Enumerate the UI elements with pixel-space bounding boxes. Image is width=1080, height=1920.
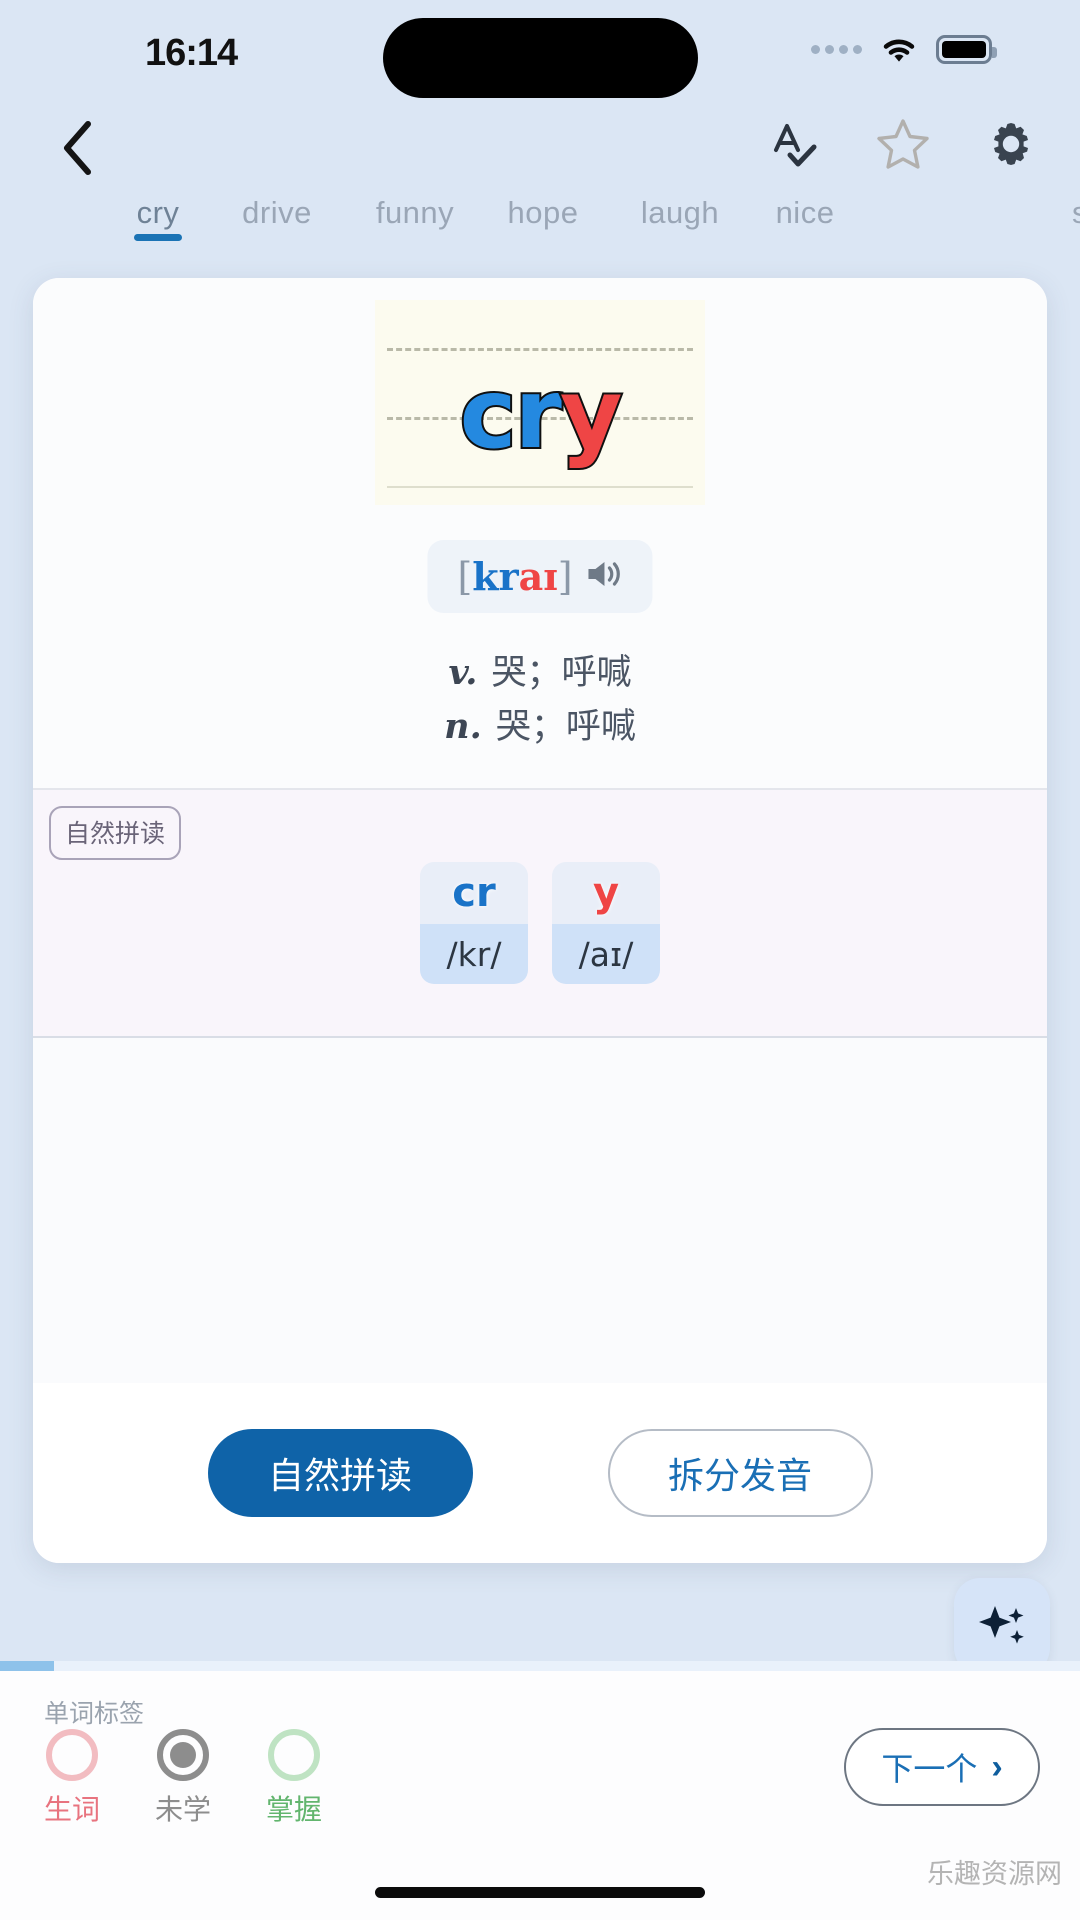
nav-actions (766, 115, 1040, 173)
word-tab-drive[interactable]: drive (213, 195, 341, 243)
status-time: 16:14 (145, 32, 238, 74)
card-action-bar: 自然拼读 拆分发音 (33, 1383, 1047, 1563)
dynamic-island (383, 18, 698, 98)
progress-bar-fill (0, 1661, 54, 1671)
status-indicators (811, 33, 997, 65)
word-tag-group[interactable]: 生词 未学 掌握 (44, 1729, 322, 1828)
definition-pos: n. (444, 706, 482, 748)
definition-row: v. 哭；呼喊 (33, 646, 1047, 700)
phonics-section: 自然拼读 cr/kr/y/aɪ/ (33, 788, 1047, 1038)
word-tag-ring-icon (46, 1729, 98, 1781)
word-tab-hope[interactable]: hope (478, 195, 608, 243)
syllable-card[interactable]: y/aɪ/ (552, 862, 660, 984)
syllable-ipa: /aɪ/ (552, 924, 660, 984)
back-button[interactable] (42, 117, 112, 179)
progress-bar (0, 1661, 1080, 1671)
word-tab-label: drive (242, 195, 312, 230)
chevron-right-icon: › (991, 1748, 1003, 1786)
phonetic-close-bracket: ] (557, 555, 573, 599)
word-tag-label: 单词标签 (44, 1700, 145, 1728)
next-word-button[interactable]: 下一个 › (844, 1728, 1040, 1806)
word-tag-ring-icon (268, 1729, 321, 1781)
signal-dots-icon (811, 44, 862, 54)
nav-bar (0, 105, 1080, 190)
word-card: cry [kraɪ] v. 哭；呼喊 n. 哭；呼喊 自然拼读 cr/kr/y/aɪ/ (33, 278, 1047, 1563)
word-tab-label: s (1040, 195, 1080, 243)
word-tab-laugh[interactable]: laugh (610, 195, 750, 243)
ai-assistant-button[interactable] (954, 1578, 1050, 1674)
syllable-grapheme: cr (420, 862, 528, 924)
definition-pos: v. (448, 652, 478, 693)
definition-meaning: 哭；呼喊 (495, 707, 636, 747)
battery-icon (936, 34, 997, 64)
status-bar: 16:14 (0, 0, 1080, 105)
syllable-grapheme: y (552, 862, 660, 924)
phonetic-red: aɪ (518, 554, 558, 599)
home-indicator (375, 1887, 705, 1898)
gear-icon[interactable] (982, 115, 1040, 173)
word-tab-funny[interactable]: funny (345, 195, 485, 243)
split-pronounce-button[interactable]: 拆分发音 (607, 1429, 873, 1517)
word-tag-new[interactable]: 生词 (44, 1729, 100, 1828)
sparkles-icon (979, 1606, 1024, 1644)
watermark: 乐趣资源网 (927, 1859, 1062, 1889)
word-tab-label: nice (775, 195, 835, 230)
headword: cry (33, 364, 1047, 464)
word-tag-label-text: 未学 (155, 1794, 212, 1825)
word-tab-label: funny (375, 195, 455, 230)
word-tab-label: laugh (640, 195, 720, 230)
word-tab-cry[interactable]: cry (97, 195, 219, 243)
spellcheck-icon[interactable] (766, 115, 824, 173)
phonetic-open-bracket: [ (457, 555, 473, 599)
word-tag-unlearned[interactable]: 未学 (155, 1729, 211, 1828)
wifi-icon (878, 33, 920, 65)
headword-area: cry [kraɪ] v. 哭；呼喊 n. 哭；呼喊 (33, 278, 1047, 788)
word-tag-ring-icon (157, 1729, 210, 1781)
syllable-card[interactable]: cr/kr/ (420, 862, 528, 984)
word-tab-label: cry (136, 195, 180, 230)
definitions: v. 哭；呼喊 n. 哭；呼喊 (33, 646, 1047, 755)
phonics-read-button[interactable]: 自然拼读 (207, 1429, 473, 1517)
phonetic-blue: kr (472, 554, 519, 599)
word-tag-label-text: 掌握 (266, 1794, 323, 1825)
definition-meaning: 哭；呼喊 (491, 653, 632, 692)
word-tag-mastered[interactable]: 掌握 (266, 1729, 322, 1828)
card-empty-area (33, 1038, 1047, 1383)
headword-part-red: y (558, 358, 625, 470)
word-tab-s[interactable]: s (1040, 195, 1080, 243)
app-screen: 16:14 cry drive funny hope laugh nice cr… (0, 0, 1080, 1920)
word-tab-nice[interactable]: nice (740, 195, 870, 243)
phonics-badge: 自然拼读 (49, 806, 182, 860)
word-tab-strip[interactable]: cry drive funny hope laugh nice s (0, 195, 1080, 257)
syllable-cards: cr/kr/y/aɪ/ (33, 862, 1047, 984)
definition-row: n. 哭；呼喊 (33, 700, 1047, 754)
chevron-left-icon (64, 121, 91, 175)
syllable-ipa: /kr/ (420, 924, 528, 984)
next-word-label: 下一个 (881, 1751, 978, 1787)
bottom-bar: 单词标签 生词 未学 掌握 下一个 › (0, 1671, 1080, 1920)
speaker-icon[interactable] (585, 558, 623, 595)
headword-part-blue: cr (458, 358, 564, 470)
word-tab-label: hope (507, 195, 579, 230)
word-tag-label-text: 生词 (44, 1794, 101, 1825)
phonetic-chip[interactable]: [kraɪ] (427, 540, 653, 613)
star-outline-icon[interactable] (874, 115, 932, 173)
